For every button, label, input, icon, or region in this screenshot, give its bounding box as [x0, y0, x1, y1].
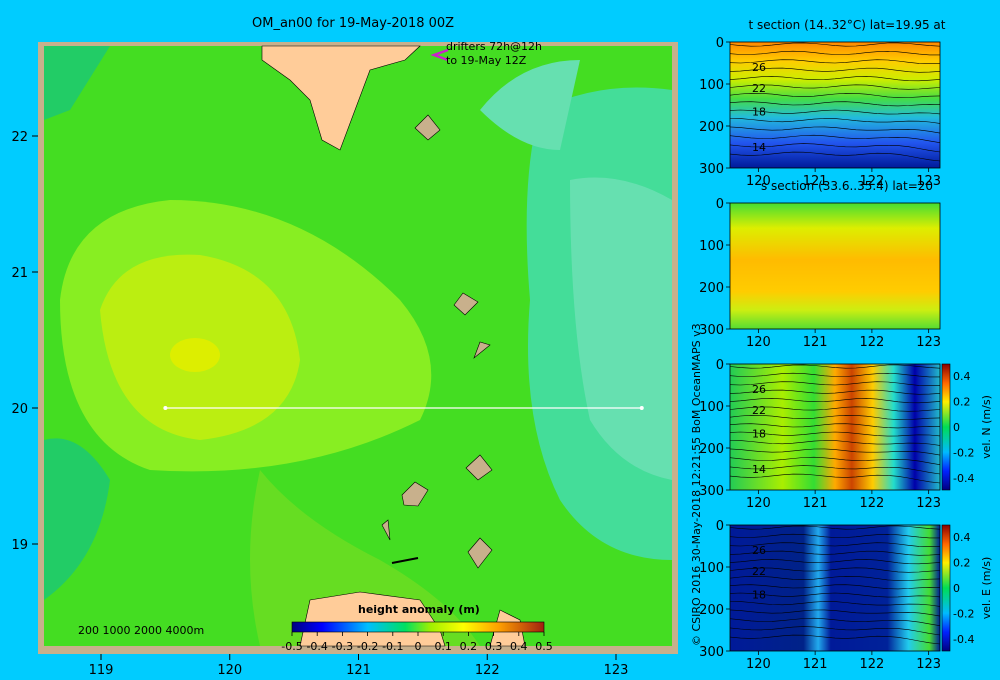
colorbar-tick-label: 0.4: [953, 370, 971, 383]
panel-y-tick-label: 200: [699, 120, 724, 135]
panel-x-tick-label: 122: [859, 657, 884, 672]
colorbar-tick-label: 0.4: [953, 531, 971, 544]
map-x-tick-label: 119: [89, 663, 114, 678]
panel-y-tick-label: 0: [716, 519, 724, 534]
panel-x-tick-label: 120: [746, 657, 771, 672]
panel-x-tick-label: 120: [746, 496, 771, 511]
panel-y-tick-label: 0: [716, 197, 724, 212]
panel-y-tick-label: 300: [699, 323, 724, 338]
height-colorbar-tick-label: -0.3: [332, 640, 353, 653]
map-y-tick-label: 19: [11, 538, 28, 553]
panel-x-tick-label: 123: [916, 496, 941, 511]
section-panels-svg: 26 22 18 14 t section (14..32°C) lat=19.95 a…: [699, 18, 993, 672]
height-colorbar-tick-label: -0.5: [281, 640, 302, 653]
colorbar-tick-label: -0.4: [953, 472, 974, 485]
panel-x-tick-label: 122: [859, 335, 884, 350]
salinity-section: s section (33.6..35.4) lat=20 0 100 200 300 1…: [699, 179, 941, 350]
colorbar-tick-label: -0.2: [953, 608, 974, 621]
temperature-section-title: t section (14..32°C) lat=19.95 at: [749, 18, 946, 32]
panel-y-tick-label: 100: [699, 78, 724, 93]
height-colorbar-tick-label: 0.2: [460, 640, 478, 653]
contour-label: 14: [752, 141, 766, 154]
depth-scale: 200 1000 2000 4000m: [78, 624, 205, 637]
height-colorbar-title: height anomaly (m): [358, 603, 480, 616]
panel-x-tick-label: 123: [916, 335, 941, 350]
contour-label: 26: [752, 61, 766, 74]
contour-label: 18: [752, 427, 766, 440]
main-map-svg: 119 120 121 122 123 22 21 20 19 -0.5 -0.4 -0.3 -0.…: [11, 42, 678, 678]
panel-x-tick-label: 121: [803, 335, 828, 350]
contour-label: 22: [752, 565, 766, 578]
contour-label: 22: [752, 82, 766, 95]
colorbar-tick-label: -0.2: [953, 447, 974, 460]
velocity-north-section-colorbar: [941, 363, 951, 491]
drifters-label-2: to 19-May 12Z: [446, 54, 527, 67]
panel-y-tick-label: 300: [699, 484, 724, 499]
height-colorbar-tick-label: 0: [415, 640, 422, 653]
map-y-tick-label: 22: [11, 130, 28, 145]
salinity-section-field: [729, 202, 941, 330]
panel-x-tick-label: 120: [746, 335, 771, 350]
colorbar-tick-label: 0.2: [953, 557, 971, 570]
height-colorbar-tick-label: -0.2: [357, 640, 378, 653]
height-colorbar-tick-label: -0.1: [382, 640, 403, 653]
section-line-start: [163, 406, 168, 410]
map-x-ticks: 119 120 121 122 123: [89, 654, 629, 678]
contour-label: 18: [752, 588, 766, 601]
panel-y-tick-label: 0: [716, 358, 724, 373]
height-colorbar-tick-label: 0.5: [535, 640, 553, 653]
height-colorbar-tick-label: 0.4: [510, 640, 528, 653]
velocity-north-section: 26 22 18 14 0 100 200 300 120 121 122 123 0.4 0.2 0 -0.…: [699, 358, 993, 511]
panel-y-tick-label: 200: [699, 281, 724, 296]
panel-y-tick-label: 100: [699, 400, 724, 415]
colorbar-tick-label: 0: [953, 582, 960, 595]
panel-x-tick-label: 121: [803, 657, 828, 672]
contour-label: 26: [752, 383, 766, 396]
map-x-tick-label: 120: [217, 663, 242, 678]
panel-y-tick-label: 300: [699, 162, 724, 177]
velocity-east-section-colorbar-label: vel. E (m/s): [980, 557, 993, 620]
panel-x-tick-label: 122: [859, 496, 884, 511]
height-colorbar-tick-label: -0.4: [306, 640, 327, 653]
height-colorbar-tick-label: 0.1: [434, 640, 452, 653]
map-x-tick-label: 123: [604, 663, 629, 678]
colorbar-tick-label: -0.4: [953, 633, 974, 646]
panel-x-tick-label: 123: [916, 657, 941, 672]
panel-y-tick-label: 200: [699, 603, 724, 618]
velocity-east-section-colorbar: [941, 524, 951, 652]
velocity-north-section-colorbar-label: vel. N (m/s): [980, 395, 993, 459]
panel-y-tick-label: 100: [699, 561, 724, 576]
map-y-ticks: 22 21 20 19: [11, 130, 38, 553]
salinity-section-title: s section (33.6..35.4) lat=20: [761, 179, 933, 193]
velocity-east-section: 26 22 18 0 100 200 300 120 121 122 123 0.4 0.2 0 -0.2 -…: [699, 519, 993, 672]
panel-y-tick-label: 100: [699, 239, 724, 254]
temperature-section: 26 22 18 14 t section (14..32°C) lat=19.95 a…: [699, 18, 946, 189]
colorbar-tick-label: 0: [953, 421, 960, 434]
panel-y-tick-label: 0: [716, 36, 724, 51]
panel-y-tick-label: 300: [699, 645, 724, 660]
map-y-tick-label: 21: [11, 266, 28, 281]
drifters-label-1: drifters 72h@12h: [446, 40, 543, 53]
contour-label: 22: [752, 404, 766, 417]
field-yellow-core: [170, 338, 220, 372]
panel-x-tick-label: 121: [803, 496, 828, 511]
map-y-tick-label: 20: [11, 402, 28, 417]
height-colorbar-tick-label: 0.3: [485, 640, 503, 653]
contour-label: 14: [752, 463, 766, 476]
panel-y-tick-label: 200: [699, 442, 724, 457]
contour-label: 18: [752, 105, 766, 118]
height-colorbar: [291, 621, 545, 633]
contour-label: 26: [752, 544, 766, 557]
section-line-end: [639, 406, 644, 410]
map-x-tick-label: 122: [475, 663, 500, 678]
map-x-tick-label: 121: [346, 663, 371, 678]
colorbar-tick-label: 0.2: [953, 396, 971, 409]
